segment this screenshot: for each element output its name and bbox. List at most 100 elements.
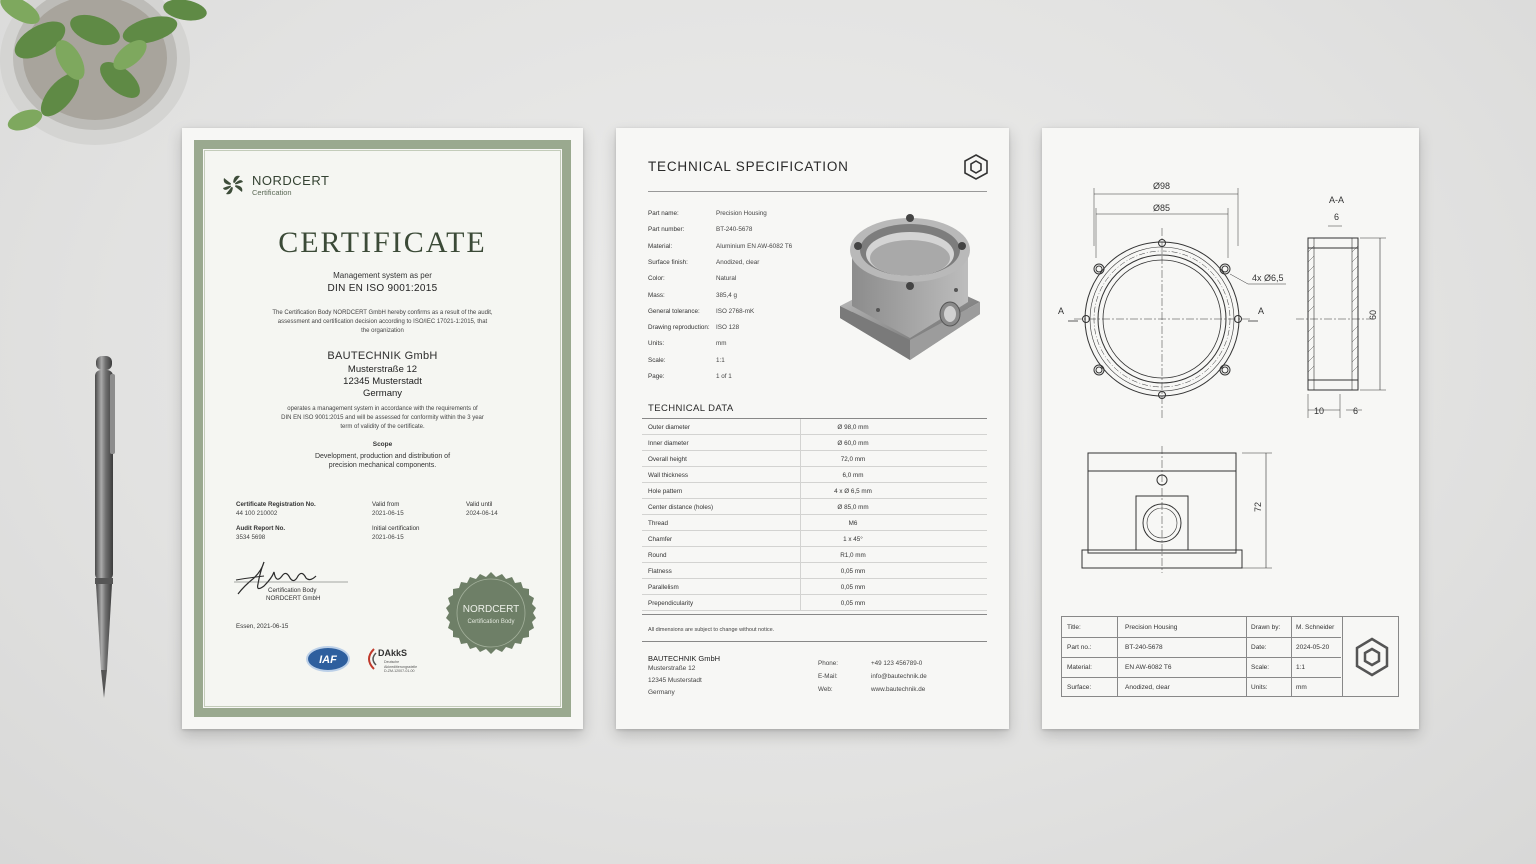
- data-value: Ø 85,0 mm: [837, 504, 869, 511]
- property-label: Page:: [648, 373, 665, 380]
- web-link[interactable]: www.bautechnik.de: [871, 686, 925, 693]
- tb-surface-value: Anodized, clear: [1125, 684, 1170, 691]
- scope-label: Scope: [372, 441, 393, 448]
- data-label: Prependicularity: [648, 600, 694, 607]
- property-label: Part name:: [648, 210, 679, 217]
- property-value: Precision Housing: [716, 210, 767, 217]
- table-row: Outer diameter Ø 98,0 mm: [642, 419, 987, 435]
- signature-line-2: NORDCERT GmbH: [266, 595, 321, 602]
- dakks-sub-3: D-ZM-12007-01-00: [384, 669, 415, 673]
- tb-date-label: Date:: [1251, 644, 1267, 651]
- phone-label: Phone:: [818, 660, 838, 667]
- data-value: 72,0 mm: [840, 456, 866, 463]
- tb-material-label: Material:: [1067, 664, 1092, 671]
- property-label: Surface finish:: [648, 258, 688, 266]
- property-value: BT-240-5678: [716, 226, 753, 234]
- seal-subtitle: Certification Body: [467, 619, 515, 625]
- column-divider: [800, 499, 801, 514]
- column-divider: [800, 515, 801, 530]
- iaf-logo: IAF: [306, 646, 350, 672]
- email-label: E-Mail:: [818, 673, 838, 680]
- data-label: Round: [648, 552, 667, 559]
- intro-line-3: the organization: [361, 328, 404, 334]
- web-label: Web:: [818, 686, 833, 693]
- body-line-3: term of validity of the certificate.: [340, 424, 425, 430]
- certificate-sheet: NORDCERT Certification CERTIFICATE Manag…: [182, 128, 583, 729]
- dim-outer-diameter: Ø98: [1153, 181, 1171, 191]
- data-value: 0,05 mm: [840, 600, 866, 607]
- data-value: 1 x 45°: [843, 536, 863, 543]
- intro-line-1: The Certification Body NORDCERT GmbH her…: [272, 310, 493, 316]
- valid-from-label: Valid from: [372, 501, 400, 508]
- data-label: Parallelism: [648, 584, 679, 591]
- data-label: Thread: [648, 520, 668, 527]
- phone-value[interactable]: +49 123 456789-0: [871, 660, 922, 667]
- dim-holes: 4x Ø6,5: [1252, 273, 1284, 283]
- property-value: 1:1: [716, 356, 725, 364]
- data-label: Hole pattern: [648, 488, 683, 495]
- property-value: 1 of 1: [716, 373, 732, 380]
- tb-surface-label: Surface:: [1067, 684, 1092, 691]
- tb-title-value: Precision Housing: [1125, 624, 1178, 631]
- scope-line-1: Development, production and distribution…: [314, 453, 451, 460]
- table-row: Wall thickness 6,0 mm: [642, 467, 987, 483]
- data-value: Ø 60,0 mm: [837, 440, 869, 447]
- column-divider: [800, 579, 801, 594]
- email-link[interactable]: info@bautechnik.de: [871, 673, 927, 680]
- registration-label: Certificate Registration No.: [236, 501, 316, 508]
- signature-line-1: Certification Body: [268, 587, 317, 594]
- tb-drawn-label: Drawn by:: [1251, 624, 1281, 631]
- audit-label: Audit Report No.: [236, 525, 286, 532]
- dim-10: 10: [1314, 406, 1325, 416]
- data-value: 4 x Ø 6,5 mm: [834, 488, 872, 495]
- disclaimer-note: All dimensions are subject to change wit…: [648, 627, 775, 633]
- column-divider: [800, 435, 801, 450]
- property-label: Scale:: [648, 356, 666, 364]
- dakks-sub-1: Deutsche: [384, 660, 400, 664]
- table-row: Center distance (holes) Ø 85,0 mm: [642, 499, 987, 515]
- intro-line-2: assessment and certification decision ac…: [277, 319, 488, 325]
- table-row: Hole pattern 4 x Ø 6,5 mm: [642, 483, 987, 499]
- tb-scale-value: 1:1: [1296, 664, 1306, 671]
- tb-material-value: EN AW-6082 T6: [1125, 664, 1172, 671]
- property-value: Anodized, clear: [716, 258, 760, 266]
- company-city: 12345 Musterstadt: [343, 376, 422, 387]
- data-label: Overall height: [648, 456, 687, 463]
- property-label: Color:: [648, 275, 665, 283]
- hex-logo-icon: [964, 154, 988, 180]
- data-value: 0,05 mm: [840, 584, 866, 591]
- footer-country: Germany: [648, 689, 675, 696]
- body-line-1: operates a management system in accordan…: [287, 406, 478, 412]
- data-value: 0,05 mm: [840, 568, 866, 575]
- spec-title: TECHNICAL SPECIFICATION: [648, 159, 849, 174]
- hex-logo-icon: [1355, 637, 1389, 677]
- property-value: ISO 2768-mK: [716, 307, 755, 315]
- part-render-image: [838, 210, 984, 368]
- data-label: Flatness: [648, 568, 672, 575]
- data-label: Chamfer: [648, 536, 673, 543]
- drawing-views: [1068, 188, 1386, 573]
- footer-street: Musterstraße 12: [648, 665, 696, 672]
- technical-drawing-sheet: Ø98 Ø85 4x Ø6,5 A A A-A 6 60 10 6 72 Tit…: [1042, 128, 1419, 729]
- section-marker-left: A: [1058, 306, 1065, 316]
- nordcert-flower-icon: [223, 175, 243, 195]
- seal-badge-icon: [446, 572, 536, 654]
- body-line-2: DIN EN ISO 9001:2015 and will be assesse…: [281, 415, 484, 421]
- dim-section-height: 60: [1368, 309, 1379, 321]
- table-row: Inner diameter Ø 60,0 mm: [642, 435, 987, 451]
- column-divider: [800, 595, 801, 610]
- section-title: A-A: [1329, 195, 1345, 205]
- nordcert-logo: NORDCERT Certification: [220, 172, 329, 198]
- tb-title-label: Title:: [1067, 624, 1081, 631]
- column-divider: [800, 451, 801, 466]
- tb-part-label: Part no.:: [1067, 644, 1092, 651]
- dakks-logo: DAkkS Deutsche Akkreditierungsstelle D-Z…: [362, 645, 442, 679]
- property-label: Drawing reproduction:: [648, 324, 710, 332]
- company-street: Musterstraße 12: [347, 364, 418, 375]
- tb-scale-label: Scale:: [1251, 664, 1270, 671]
- tb-date-value: 2024-05-20: [1296, 644, 1330, 651]
- property-label: Material:: [648, 242, 673, 250]
- dim-overall-height: 72: [1253, 501, 1264, 513]
- specification-sheet: TECHNICAL SPECIFICATION Part name: Precis…: [616, 128, 1009, 729]
- property-label: Part number:: [648, 226, 685, 234]
